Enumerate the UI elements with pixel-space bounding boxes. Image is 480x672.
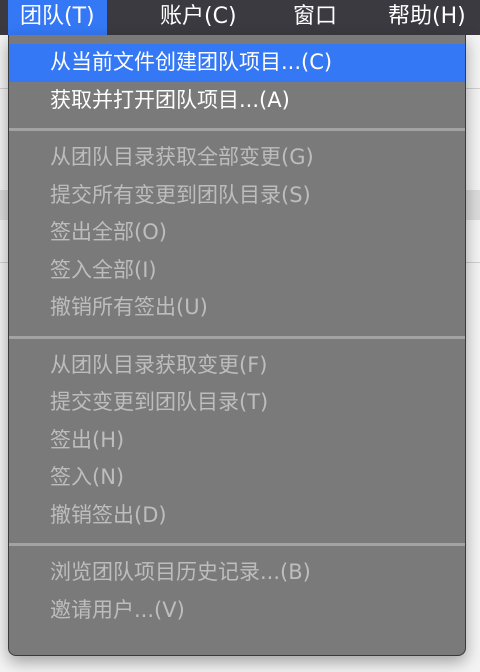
menu-item-create-team-project[interactable]: 从当前文件创建团队项目...(C) <box>9 44 465 82</box>
menu-item-commit-all-changes: 提交所有变更到团队目录(S) <box>50 182 311 207</box>
menu-item-commit-changes: 提交变更到团队目录(T) <box>50 390 269 414</box>
menubar-help[interactable]: 帮助(H) <box>374 0 480 35</box>
menu-item-undo-checkout: 撤销签出(D) <box>50 502 167 527</box>
menu-separator <box>9 335 465 339</box>
menubar-team[interactable]: 团队(T) <box>8 0 107 35</box>
menubar-account[interactable]: 账户(C) <box>146 0 251 35</box>
menu-separator <box>9 128 465 131</box>
menu-item-checkout: 签出(H) <box>50 427 125 452</box>
menu-separator <box>9 543 465 546</box>
menu-item-browse-history: 浏览团队项目历史记录...(B) <box>50 560 311 584</box>
menu-bar: 团队(T) 账户(C) 窗口 帮助(H) <box>0 0 480 35</box>
menu-item-get-all-changes: 从团队目录获取全部变更(G) <box>50 145 314 169</box>
menu-item-undo-all-checkouts: 撤销所有签出(U) <box>50 295 208 319</box>
menu-item-checkin: 签入(N) <box>50 465 125 489</box>
team-dropdown-menu: 从当前文件创建团队项目...(C) 获取并打开团队项目...(A) 从团队目录获… <box>8 35 466 656</box>
menu-item-get-open-team-project[interactable]: 获取并打开团队项目...(A) <box>9 82 465 120</box>
menubar-window[interactable]: 窗口 <box>279 0 351 35</box>
menu-item-checkin-all: 签入全部(I) <box>50 257 157 282</box>
menu-item-get-changes: 从团队目录获取变更(F) <box>50 352 268 377</box>
menu-item-checkout-all: 签出全部(O) <box>50 220 167 244</box>
menu-item-invite-users: 邀请用户...(V) <box>50 597 185 622</box>
